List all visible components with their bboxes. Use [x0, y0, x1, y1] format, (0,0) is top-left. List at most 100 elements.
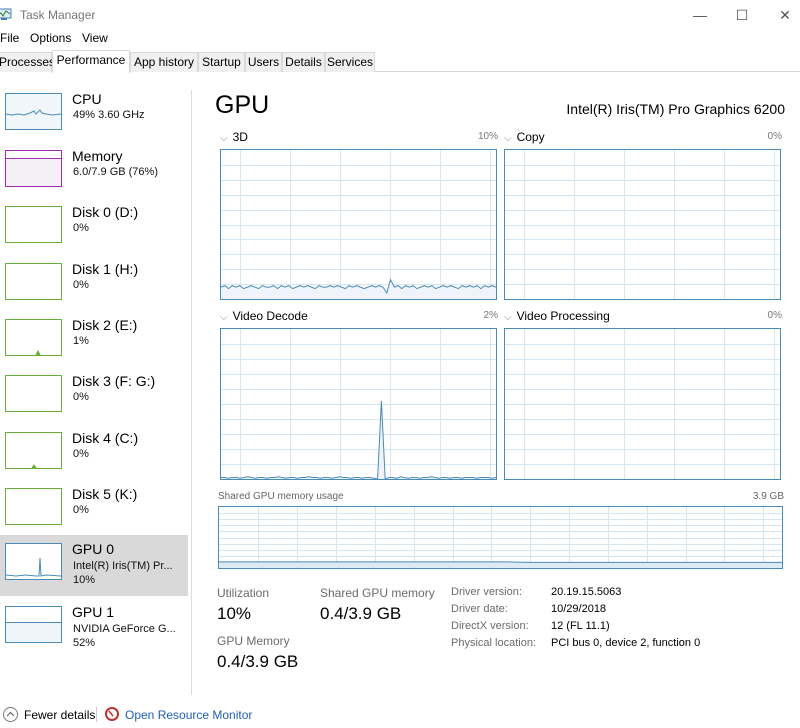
chevron-up-circle-icon[interactable] [3, 707, 18, 722]
sidebar-item-name: GPU 0 [72, 541, 115, 557]
sidebar-divider [191, 90, 192, 695]
sidebar-item-cpu[interactable]: CPU 49% 3.60 GHz [0, 88, 188, 150]
chevron-down-icon: ⌵ [220, 312, 228, 323]
gpu-memory-label: GPU Memory [217, 634, 290, 648]
sidebar-item-detail: 0% [73, 391, 89, 403]
close-button[interactable]: ✕ [775, 6, 795, 24]
window-title: Task Manager [20, 8, 96, 22]
sidebar-item-name: Memory [72, 148, 123, 164]
driver-date-value: 10/29/2018 [551, 603, 607, 615]
memory-thumbnail-graph [5, 150, 62, 187]
series-area [221, 279, 496, 299]
resource-monitor-icon[interactable] [105, 707, 119, 721]
sidebar-item-name: Disk 4 (C:) [72, 430, 139, 446]
task-manager-icon [0, 8, 12, 20]
directx-version-value: 12 (FL 11.1) [551, 620, 610, 632]
resource-list: CPU 49% 3.60 GHz Memory 6.0/7.9 GB (76%)… [0, 88, 190, 688]
physical-location-label: Physical location: [451, 637, 536, 649]
sidebar-item-detail: 0% [73, 279, 89, 291]
physical-location-value: PCI bus 0, device 2, function 0 [551, 637, 701, 649]
engine-video-processing-graph [504, 328, 781, 480]
engine-copy-selector[interactable]: ⌵ Copy [504, 130, 545, 144]
tab-services[interactable]: Services [325, 52, 375, 72]
engine-video-processing-selector[interactable]: ⌵ Video Processing [504, 309, 610, 323]
shared-memory-label: Shared GPU memory [320, 586, 435, 600]
engine-3d-selector[interactable]: ⌵ 3D [220, 130, 248, 144]
gvp-svg [505, 329, 780, 479]
driver-version-value: 20.19.15.5063 [551, 586, 622, 598]
gpu-model-name: Intel(R) Iris(TM) Pro Graphics 6200 [566, 101, 785, 117]
gpu1-thumbnail-graph [5, 606, 62, 643]
footer-divider [96, 707, 97, 722]
sidebar-item-name: Disk 3 (F: G:) [72, 373, 156, 389]
menu-view[interactable]: View [82, 31, 108, 45]
engine-copy-percent: 0% [767, 131, 782, 142]
engine-label: Video Decode [232, 309, 308, 323]
fewer-details-button[interactable]: Fewer details [24, 708, 95, 722]
menu-options[interactable]: Options [30, 31, 71, 45]
sidebar-item-detail: NVIDIA GeForce G... [73, 623, 176, 635]
sidebar-item-utilization: 52% [73, 637, 96, 649]
chevron-down-icon: ⌵ [504, 312, 512, 323]
driver-date-label: Driver date: [451, 603, 508, 615]
shared-memory-graph-label: Shared GPU memory usage [218, 491, 344, 502]
shared-memory-graph-max: 3.9 GB [752, 491, 784, 502]
engine-label: 3D [232, 130, 248, 144]
utilization-value: 10% [217, 604, 252, 623]
disk-thumbnail-graph [5, 488, 62, 525]
sidebar-item-detail: 0% [73, 448, 89, 460]
engine-video-decode-percent: 2% [483, 310, 498, 321]
tab-app-history[interactable]: App history [130, 52, 198, 72]
gvd-svg [221, 329, 496, 479]
sidebar-item-name: Disk 5 (K:) [72, 486, 138, 502]
g3d-svg [221, 150, 496, 299]
sidebar-item-detail: 0% [73, 222, 89, 234]
shared-memory-value: 0.4/3.9 GB [320, 604, 402, 623]
sidebar-item-detail: 49% 3.60 GHz [73, 109, 145, 121]
sidebar-item-gpu-1[interactable]: GPU 1 NVIDIA GeForce G... 52% [0, 598, 188, 658]
sidebar-item-disk-1[interactable]: Disk 1 (H:) 0% [0, 258, 188, 320]
sidebar-item-disk-4[interactable]: Disk 4 (C:) 0% [0, 427, 188, 489]
sidebar-item-gpu-0[interactable]: GPU 0 Intel(R) Iris(TM) Pr... 10% [0, 535, 188, 596]
sidebar-item-disk-2[interactable]: Disk 2 (E:) 1% [0, 314, 188, 376]
tab-details[interactable]: Details [282, 52, 325, 72]
series-area [221, 401, 496, 479]
footer: Fewer details Open Resource Monitor [0, 700, 800, 728]
engine-video-decode-graph [220, 328, 497, 480]
gcopy-svg [505, 150, 780, 299]
sidebar-item-detail: 6.0/7.9 GB (76%) [73, 166, 158, 178]
series-line [219, 561, 782, 563]
engine-video-decode-selector[interactable]: ⌵ Video Decode [220, 309, 308, 323]
sidebar-item-name: Disk 0 (D:) [72, 204, 139, 220]
gpu0-thumbnail-graph [5, 543, 62, 580]
disk-thumbnail-graph [5, 263, 62, 300]
disk-thumbnail-graph [5, 375, 62, 412]
gpu-memory-value: 0.4/3.9 GB [217, 652, 299, 671]
sidebar-item-memory[interactable]: Memory 6.0/7.9 GB (76%) [0, 145, 188, 207]
chevron-down-icon: ⌵ [504, 133, 512, 144]
minimize-button[interactable]: — [690, 6, 710, 24]
shared-memory-graph [218, 506, 783, 569]
engine-3d-graph [220, 149, 497, 300]
tab-startup[interactable]: Startup [198, 52, 245, 72]
engine-3d-percent: 10% [477, 131, 498, 142]
engine-video-processing-percent: 0% [767, 310, 782, 321]
cpu-thumbnail-line [5, 109, 62, 116]
disk-thumbnail-graph [5, 206, 62, 243]
cpu-thumbnail-graph [5, 93, 62, 130]
driver-version-label: Driver version: [451, 586, 522, 598]
tab-performance[interactable]: Performance [52, 50, 130, 73]
open-resource-monitor-link[interactable]: Open Resource Monitor [125, 708, 252, 722]
series-line [221, 400, 496, 479]
sidebar-item-disk-3[interactable]: Disk 3 (F: G:) 0% [0, 370, 188, 432]
menu-file[interactable]: File [0, 31, 19, 45]
tab-processes[interactable]: Processes [0, 52, 55, 72]
sidebar-item-name: GPU 1 [72, 604, 115, 620]
sidebar-item-name: Disk 1 (H:) [72, 261, 139, 277]
sidebar-item-detail: 1% [73, 335, 89, 347]
sidebar-item-detail: Intel(R) Iris(TM) Pr... [73, 560, 173, 572]
tab-users[interactable]: Users [245, 52, 282, 72]
maximize-button[interactable]: ☐ [732, 6, 752, 24]
directx-version-label: DirectX version: [451, 620, 529, 632]
sidebar-item-disk-0[interactable]: Disk 0 (D:) 0% [0, 201, 188, 263]
